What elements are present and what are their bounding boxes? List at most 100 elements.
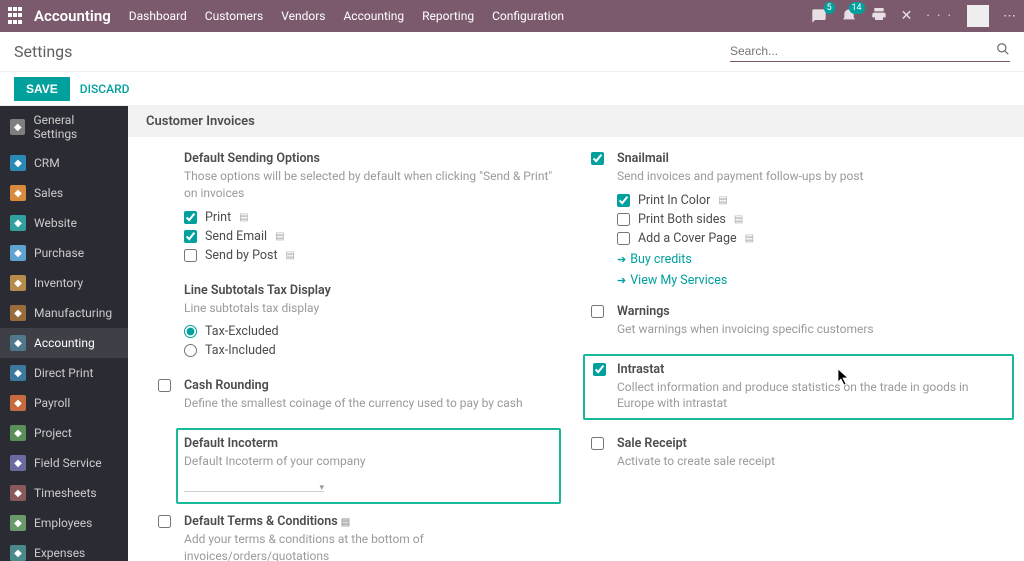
sidebar-item-manufacturing[interactable]: ◆Manufacturing — [0, 298, 128, 328]
setting-title: Intrastat — [617, 362, 1006, 377]
chk-bothsides[interactable] — [617, 213, 630, 226]
discard-button[interactable]: DISCARD — [80, 82, 130, 96]
sidebar-item-label: Timesheets — [34, 486, 97, 500]
print-icon[interactable] — [871, 6, 887, 26]
search-wrap — [730, 41, 1010, 62]
label-post: Send by Post — [205, 248, 278, 263]
setting-title: Default Terms & Conditions ▤ — [184, 514, 561, 529]
setting-desc: Send invoices and payment follow-ups by … — [617, 168, 994, 185]
sidebar-item-label: General Settings — [33, 113, 118, 141]
chk-print[interactable] — [184, 211, 197, 224]
sidebar-icon: ◆ — [10, 425, 26, 441]
sidebar-item-expenses[interactable]: ◆ Expenses — [0, 538, 128, 561]
building-icon: ▤ — [275, 231, 285, 242]
setting-terms: Default Terms & Conditions ▤ Add your te… — [158, 514, 581, 561]
menu-customers[interactable]: Customers — [205, 9, 263, 23]
sidebar-icon: ◆ — [10, 119, 25, 135]
radio-tax-included[interactable] — [184, 344, 197, 357]
sidebar-item-project[interactable]: ◆Project — [0, 418, 128, 448]
setting-desc: Add your terms & conditions at the botto… — [184, 531, 561, 561]
sidebar-icon: ◆ — [10, 245, 26, 261]
activities-badge: 14 — [849, 2, 865, 14]
building-icon: ▤ — [286, 250, 296, 261]
building-icon: ▤ — [718, 195, 728, 206]
sidebar-item-timesheets[interactable]: ◆Timesheets — [0, 478, 128, 508]
chk-cash-rounding[interactable] — [158, 379, 171, 392]
sidebar-item-crm[interactable]: ◆CRM — [0, 148, 128, 178]
sidebar-item-label: Sales — [34, 186, 63, 200]
setting-title: Warnings — [617, 304, 994, 319]
incoterm-select[interactable] — [184, 476, 324, 492]
settings-sidebar: ◆General Settings◆CRM◆Sales◆Website◆Purc… — [0, 106, 128, 561]
chk-post[interactable] — [184, 249, 197, 262]
menu-accounting[interactable]: Accounting — [343, 9, 404, 23]
dots-icon[interactable]: · · · — [926, 9, 953, 24]
menu-reporting[interactable]: Reporting — [422, 9, 474, 23]
sidebar-item-label: Employees — [34, 516, 92, 530]
sidebar-item-employees[interactable]: ◆Employees — [0, 508, 128, 538]
brand: Accounting — [34, 7, 111, 25]
sidebar-item-payroll[interactable]: ◆Payroll — [0, 388, 128, 418]
sidebar-item-label: Field Service — [34, 456, 102, 470]
setting-title: Sale Receipt — [617, 436, 994, 451]
setting-desc: Define the smallest coinage of the curre… — [184, 395, 561, 412]
sidebar-item-label: Expenses — [34, 546, 85, 560]
sidebar-icon: ◆ — [10, 215, 26, 231]
sidebar-item-accounting[interactable]: ◆Accounting — [0, 328, 128, 358]
label-tax-excluded: Tax-Excluded — [205, 324, 279, 339]
building-icon: ▤ — [239, 212, 249, 223]
save-button[interactable]: SAVE — [14, 77, 70, 101]
setting-title: Default Sending Options — [184, 151, 561, 166]
sidebar-item-website[interactable]: ◆Website — [0, 208, 128, 238]
label-bothsides: Print Both sides — [638, 212, 726, 227]
menu-dashboard[interactable]: Dashboard — [129, 9, 187, 23]
sidebar-icon: ◆ — [10, 545, 26, 561]
setting-desc: Get warnings when invoicing specific cus… — [617, 321, 994, 338]
breadcrumb-bar: Settings — [0, 32, 1024, 72]
chk-email[interactable] — [184, 230, 197, 243]
chk-intrastat[interactable] — [593, 363, 606, 376]
sidebar-item-direct-print[interactable]: ◆Direct Print — [0, 358, 128, 388]
close-icon[interactable]: ✕ — [901, 8, 913, 24]
chk-warnings[interactable] — [591, 305, 604, 318]
sidebar-icon: ◆ — [10, 185, 26, 201]
sidebar-item-label: CRM — [34, 156, 60, 170]
action-bar: SAVE DISCARD — [0, 72, 1024, 106]
sidebar-item-purchase[interactable]: ◆ Purchase — [0, 238, 128, 268]
label-tax-included: Tax-Included — [205, 343, 276, 358]
label-color: Print In Color — [638, 193, 710, 208]
sidebar-item-sales[interactable]: ◆ Sales — [0, 178, 128, 208]
label-email: Send Email — [205, 229, 267, 244]
setting-desc: Activate to create sale receipt — [617, 453, 994, 470]
chk-color[interactable] — [617, 194, 630, 207]
sidebar-item-field-service[interactable]: ◆Field Service — [0, 448, 128, 478]
menu-vendors[interactable]: Vendors — [281, 9, 325, 23]
discuss-icon[interactable]: 5 — [811, 8, 827, 24]
topbar-right: 5 14 ✕ · · · ⋯ — [811, 5, 1016, 27]
chk-cover[interactable] — [617, 232, 630, 245]
link-buy-credits[interactable]: Buy credits — [617, 252, 994, 267]
radio-tax-excluded[interactable] — [184, 325, 197, 338]
avatar[interactable] — [967, 5, 989, 27]
sidebar-item-label: Purchase — [34, 246, 84, 260]
sidebar-icon: ◆ — [10, 335, 26, 351]
apps-icon[interactable] — [8, 7, 26, 25]
activities-icon[interactable]: 14 — [841, 8, 857, 24]
label-print: Print — [205, 210, 231, 225]
sidebar-item-general-settings[interactable]: ◆ General Settings — [0, 106, 128, 148]
sidebar-item-inventory[interactable]: ◆Inventory — [0, 268, 128, 298]
setting-intrastat: Intrastat Collect information and produc… — [583, 354, 1014, 421]
chk-terms[interactable] — [158, 515, 171, 528]
setting-title: Snailmail — [617, 151, 994, 166]
search-input[interactable] — [730, 41, 996, 61]
setting-desc: Default Incoterm of your company — [184, 453, 553, 470]
setting-tax-display: Line Subtotals Tax Display Line subtotal… — [158, 283, 581, 363]
topbar: Accounting Dashboard Customers Vendors A… — [0, 0, 1024, 32]
sidebar-icon: ◆ — [10, 305, 26, 321]
menu-configuration[interactable]: Configuration — [492, 9, 564, 23]
link-view-services[interactable]: View My Services — [617, 273, 994, 288]
search-icon[interactable] — [996, 42, 1010, 60]
more-icon[interactable]: ⋯ — [1003, 9, 1016, 24]
chk-sale-receipt[interactable] — [591, 437, 604, 450]
chk-snailmail[interactable] — [591, 152, 604, 165]
